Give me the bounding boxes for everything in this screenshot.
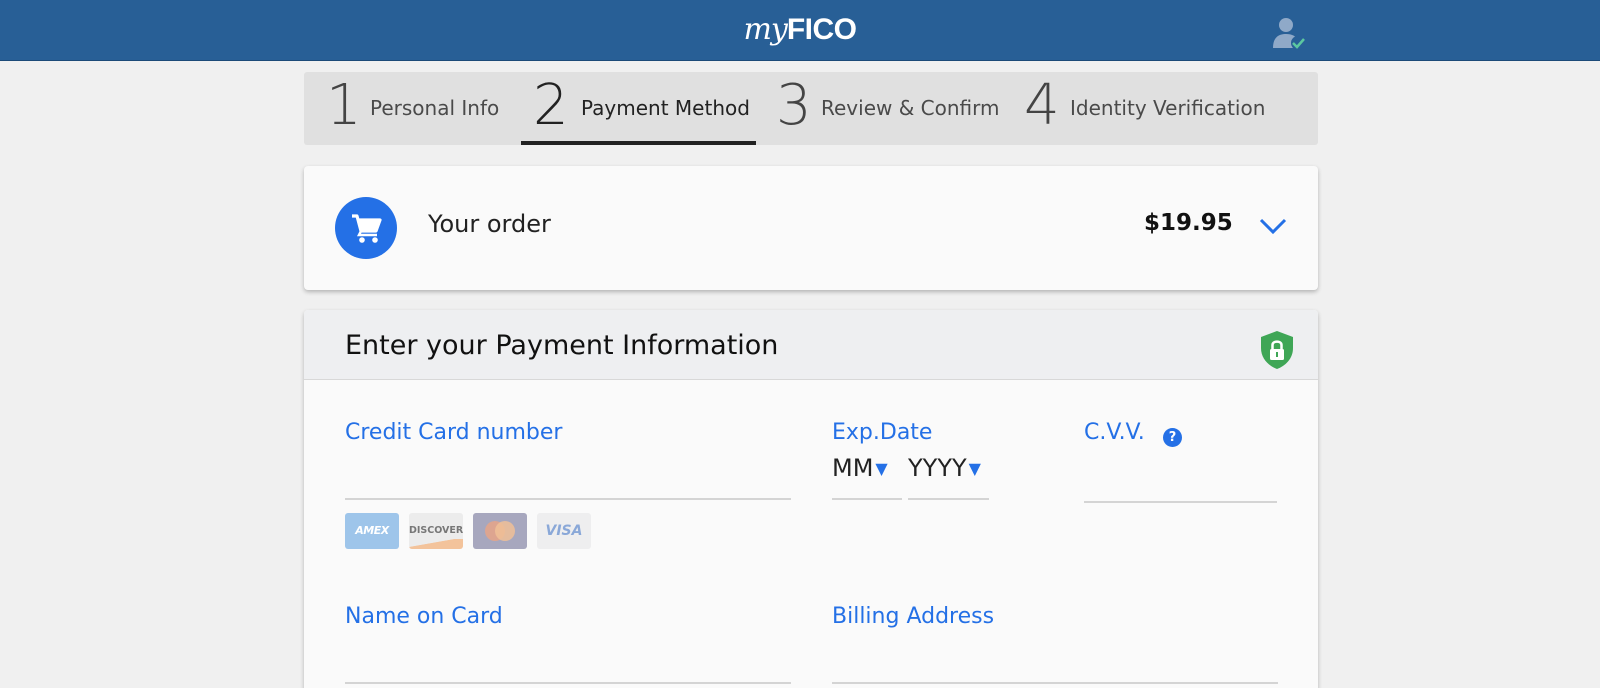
chevron-down-icon[interactable] xyxy=(1257,210,1289,242)
billing-address-input[interactable] xyxy=(832,682,1278,684)
logo-fico-text: FICO xyxy=(786,13,857,46)
dropdown-arrow-icon: ▼ xyxy=(875,459,888,478)
name-on-card-input[interactable] xyxy=(345,682,791,684)
billing-address-label: Billing Address xyxy=(832,604,995,629)
exp-date-label: Exp.Date xyxy=(832,420,933,445)
visa-text: VISA xyxy=(545,523,583,539)
logo-my-text: my xyxy=(743,12,787,47)
amex-card-icon: AMEX xyxy=(345,513,399,549)
discover-text: DISCOVER xyxy=(409,525,463,536)
exp-month-underline xyxy=(832,498,902,500)
step-identity-verification[interactable]: 4 Identity Verification xyxy=(1024,72,1314,145)
step-number: 4 xyxy=(1024,73,1060,138)
exp-year-select[interactable]: YYYY ▼ xyxy=(908,454,981,482)
step-label: Personal Info xyxy=(370,96,500,120)
cvv-input[interactable] xyxy=(1084,501,1277,503)
lock-shield-icon xyxy=(1261,331,1293,369)
card-number-input[interactable] xyxy=(345,498,791,500)
order-title: Your order xyxy=(428,210,551,238)
visa-card-icon: VISA xyxy=(537,513,591,549)
shopping-cart-icon xyxy=(335,197,397,259)
step-review-confirm[interactable]: 3 Review & Confirm xyxy=(776,72,1006,145)
payment-info-card: Enter your Payment Information Credit Ca… xyxy=(304,310,1318,688)
name-on-card-label: Name on Card xyxy=(345,604,503,629)
user-check-icon[interactable] xyxy=(1273,16,1307,52)
mastercard-circles xyxy=(485,521,515,541)
card-number-label: Credit Card number xyxy=(345,420,563,445)
step-number: 2 xyxy=(533,73,569,138)
cvv-label: C.V.V. xyxy=(1084,420,1145,445)
step-number: 1 xyxy=(326,73,362,138)
order-summary-card[interactable]: Your order $19.95 xyxy=(304,166,1318,290)
step-label: Identity Verification xyxy=(1070,96,1266,120)
discover-card-icon: DISCOVER xyxy=(409,513,463,549)
step-personal-info[interactable]: 1 Personal Info xyxy=(326,72,506,145)
payment-title: Enter your Payment Information xyxy=(345,330,779,361)
exp-year-underline xyxy=(908,498,989,500)
step-label: Payment Method xyxy=(581,96,750,120)
exp-year-value: YYYY xyxy=(908,454,967,482)
active-step-underline xyxy=(521,141,756,145)
discover-stripe xyxy=(409,539,463,549)
payment-card-header: Enter your Payment Information xyxy=(304,310,1318,380)
order-price: $19.95 xyxy=(1144,210,1233,236)
help-question-icon[interactable]: ? xyxy=(1163,428,1182,447)
site-header: myFICO xyxy=(0,0,1600,61)
dropdown-arrow-icon: ▼ xyxy=(968,459,981,478)
amex-text: AMEX xyxy=(355,524,389,537)
step-label: Review & Confirm xyxy=(821,96,1000,120)
step-number: 3 xyxy=(776,73,812,138)
checkout-steps: 1 Personal Info 2 Payment Method 3 Revie… xyxy=(304,72,1318,145)
step-payment-method[interactable]: 2 Payment Method xyxy=(521,72,756,145)
mastercard-card-icon xyxy=(473,513,527,549)
exp-month-value: MM xyxy=(832,454,874,482)
exp-month-select[interactable]: MM ▼ xyxy=(832,454,888,482)
myfico-logo[interactable]: myFICO xyxy=(0,12,1600,47)
